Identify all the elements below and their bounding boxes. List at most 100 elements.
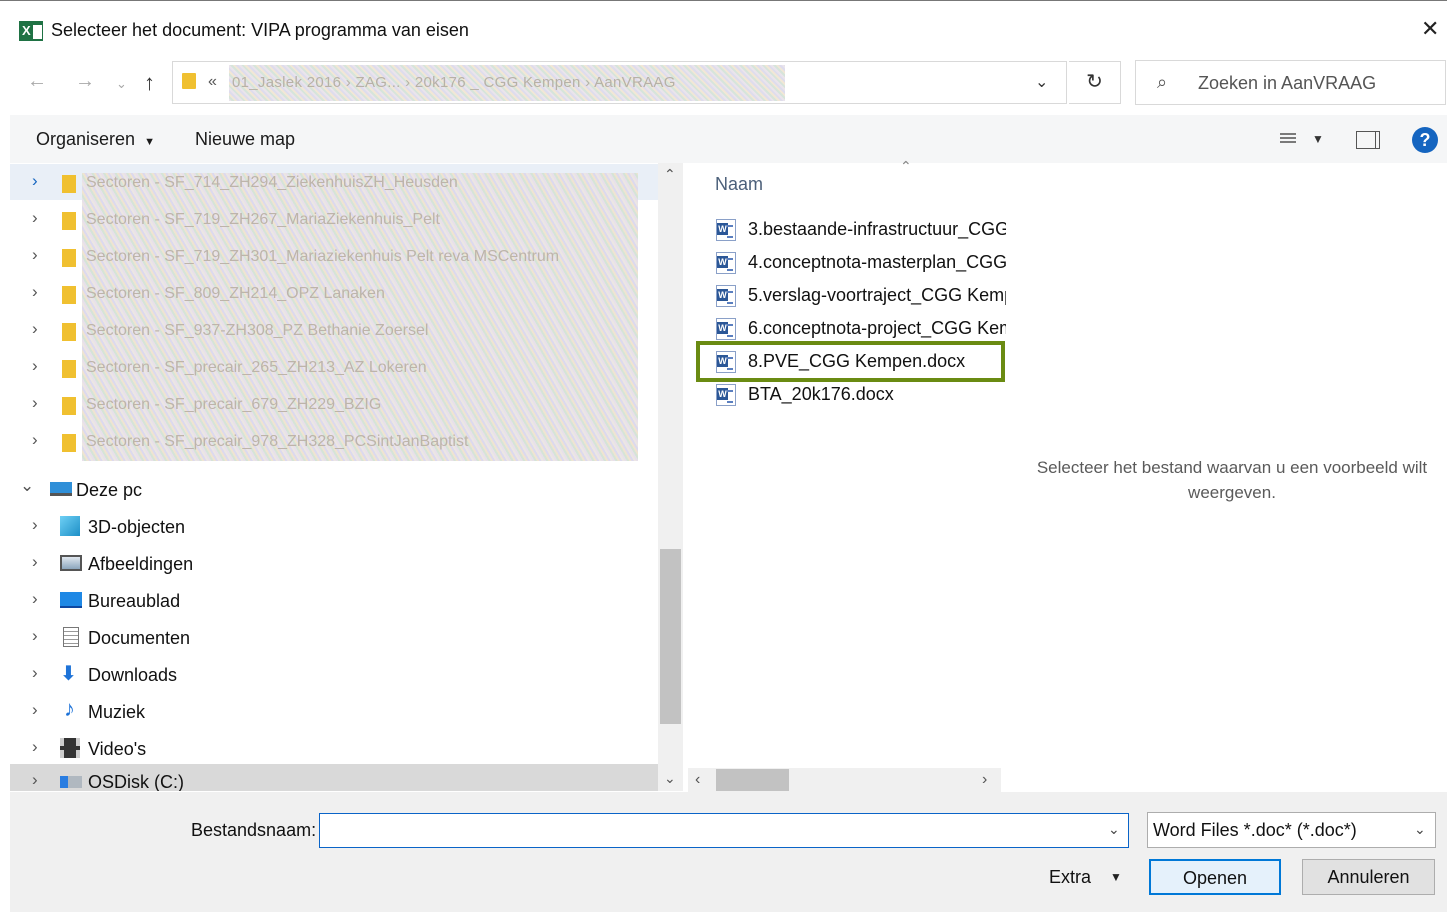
tree-item-osdisk[interactable]: › OSDisk (C:) — [10, 764, 658, 791]
folder-icon — [182, 73, 196, 89]
highlight-box — [696, 341, 1005, 382]
file-name: 4.conceptnota-masterplan_CGG Kempen.docx — [748, 252, 1006, 272]
tree-item-label: Sectoren - SF_714_ZH294_ZiekenhuisZH_Heu… — [86, 174, 458, 191]
chevron-right-icon[interactable]: › — [32, 700, 38, 720]
file-item[interactable]: 5.verslag-voortraject_CGG Kempen.docx — [716, 282, 1006, 312]
file-item[interactable]: BTA_20k176.docx — [716, 381, 1006, 411]
chevron-right-icon[interactable]: › — [32, 589, 38, 609]
tree-item-videos[interactable]: › Video's — [10, 731, 658, 767]
search-icon: ⌕ — [1157, 72, 1168, 92]
recent-locations-chevron-icon[interactable]: ⌄ — [116, 76, 127, 92]
tree-item-label: 3D-objecten — [88, 517, 186, 537]
filetype-dropdown-icon[interactable]: ⌄ — [1414, 821, 1426, 838]
back-arrow-icon[interactable]: ← — [27, 70, 47, 93]
folder-icon — [62, 175, 76, 193]
tree-item-music[interactable]: › ♪ Muziek — [10, 694, 658, 730]
folder-icon — [62, 323, 76, 341]
chevron-right-icon[interactable]: › — [32, 515, 38, 535]
chevron-right-icon[interactable]: › — [32, 430, 38, 450]
preview-pane-icon[interactable] — [1356, 131, 1380, 149]
address-path-text[interactable]: 01_Jaslek 2016 › ZAG... › 20k176 _ CGG K… — [232, 74, 676, 91]
file-item[interactable]: 3.bestaande-infrastructuur_CGG Kempen.do… — [716, 216, 1006, 246]
folder-icon — [62, 212, 76, 230]
file-name: 3.bestaande-infrastructuur_CGG Kempen.do… — [748, 219, 1006, 239]
chevron-right-icon[interactable]: › — [32, 282, 38, 302]
file-item[interactable]: 4.conceptnota-masterplan_CGG Kempen.docx — [716, 249, 1006, 279]
address-dropdown-chevron-icon[interactable]: ⌄ — [1035, 72, 1048, 92]
chevron-right-icon[interactable]: › — [32, 552, 38, 572]
filename-label: Bestandsnaam: — [191, 820, 317, 840]
tree-item-label: Sectoren - SF_719_ZH267_MariaZiekenhuis_… — [86, 211, 440, 228]
tree-item-label: OSDisk (C:) — [88, 772, 184, 791]
word-document-icon — [716, 285, 736, 307]
refresh-icon[interactable]: ↻ — [1069, 61, 1121, 104]
word-document-icon — [716, 384, 736, 406]
extra-dropdown-icon[interactable]: ▼ — [1110, 870, 1122, 884]
pictures-icon — [60, 555, 82, 571]
desktop-icon — [60, 592, 82, 608]
organise-label: Organiseren — [36, 129, 136, 149]
tree-item-label: Sectoren - SF_precair_978_ZH328_PCSintJa… — [86, 433, 469, 450]
scroll-up-icon[interactable]: ⌃ — [664, 166, 676, 183]
chevron-right-icon[interactable]: › — [32, 663, 38, 683]
view-options-icon[interactable] — [1274, 131, 1296, 148]
file-name: BTA_20k176.docx — [748, 384, 894, 404]
window-title: Selecteer het document: VIPA programma v… — [51, 20, 469, 40]
tree-item-label: Downloads — [88, 665, 178, 685]
search-input[interactable]: Zoeken in AanVRAAG — [1198, 73, 1376, 94]
tree-item-downloads[interactable]: › ⬇ Downloads — [10, 657, 658, 693]
extra-button[interactable]: Extra — [1049, 867, 1091, 888]
documents-icon — [63, 627, 79, 647]
chevron-right-icon[interactable]: › — [32, 393, 38, 413]
address-overflow[interactable]: « — [208, 73, 217, 91]
chevron-right-icon[interactable]: › — [32, 171, 38, 191]
organise-button[interactable]: Organiseren ▼ — [36, 129, 155, 150]
chevron-down-icon[interactable]: ⌄ — [20, 476, 34, 496]
cancel-button[interactable]: Annuleren — [1302, 859, 1435, 895]
word-document-icon — [716, 219, 736, 241]
scroll-down-icon[interactable]: ⌄ — [664, 770, 676, 787]
tree-item-label: Sectoren - SF_809_ZH214_OPZ Lanaken — [86, 285, 385, 302]
filename-input[interactable] — [319, 813, 1129, 848]
scroll-left-icon[interactable]: ‹ — [695, 771, 700, 789]
drive-icon — [60, 776, 82, 788]
folder-icon — [62, 397, 76, 415]
open-button[interactable]: Openen — [1149, 859, 1281, 895]
chevron-right-icon[interactable]: › — [32, 319, 38, 339]
file-list-scroll-thumb[interactable] — [716, 769, 789, 791]
chevron-right-icon[interactable]: › — [32, 356, 38, 376]
column-header-name[interactable]: Naam — [715, 174, 763, 195]
chevron-right-icon[interactable]: › — [32, 626, 38, 646]
preview-message: Selecteer het bestand waarvan u een voor… — [1036, 458, 1428, 502]
chevron-right-icon[interactable]: › — [32, 737, 38, 757]
tree-item-label: Bureaublad — [88, 591, 181, 611]
new-folder-button[interactable]: Nieuwe map — [195, 129, 295, 150]
forward-arrow-icon[interactable]: → — [75, 70, 95, 93]
music-icon: ♪ — [64, 696, 75, 721]
chevron-right-icon[interactable]: › — [32, 208, 38, 228]
file-open-dialog: X Selecteer het document: VIPA programma… — [0, 0, 1447, 912]
filetype-value: Word Files *.doc* (*.doc*) — [1153, 820, 1357, 840]
tree-item-3d-objects[interactable]: › 3D-objecten — [10, 509, 658, 545]
tree-item-pictures[interactable]: › Afbeeldingen — [10, 546, 658, 582]
help-icon[interactable]: ? — [1412, 127, 1438, 153]
tree-item-label: Video's — [88, 739, 147, 759]
chevron-right-icon[interactable]: › — [32, 245, 38, 265]
up-arrow-icon[interactable]: ↑ — [144, 70, 155, 96]
tree-item-label: Sectoren - SF_719_ZH301_Mariaziekenhuis … — [86, 248, 560, 265]
tree-item-label: Afbeeldingen — [88, 554, 194, 574]
view-dropdown-icon[interactable]: ▼ — [1312, 132, 1324, 146]
word-document-icon — [716, 318, 736, 340]
tree-item-desktop[interactable]: › Bureaublad — [10, 583, 658, 619]
folder-icon — [62, 249, 76, 267]
videos-icon — [60, 738, 80, 758]
tree-item-documents[interactable]: › Documenten — [10, 620, 658, 656]
scroll-right-icon[interactable]: › — [982, 771, 987, 789]
caret-down-icon: ▼ — [144, 136, 155, 148]
tree-item-this-pc[interactable]: ⌄ Deze pc — [10, 472, 658, 508]
close-icon[interactable]: ✕ — [1421, 16, 1439, 42]
chevron-right-icon[interactable]: › — [32, 770, 38, 790]
tree-scroll-thumb[interactable] — [660, 549, 681, 724]
filename-dropdown-icon[interactable]: ⌄ — [1108, 821, 1120, 838]
3d-objects-icon — [60, 516, 80, 536]
